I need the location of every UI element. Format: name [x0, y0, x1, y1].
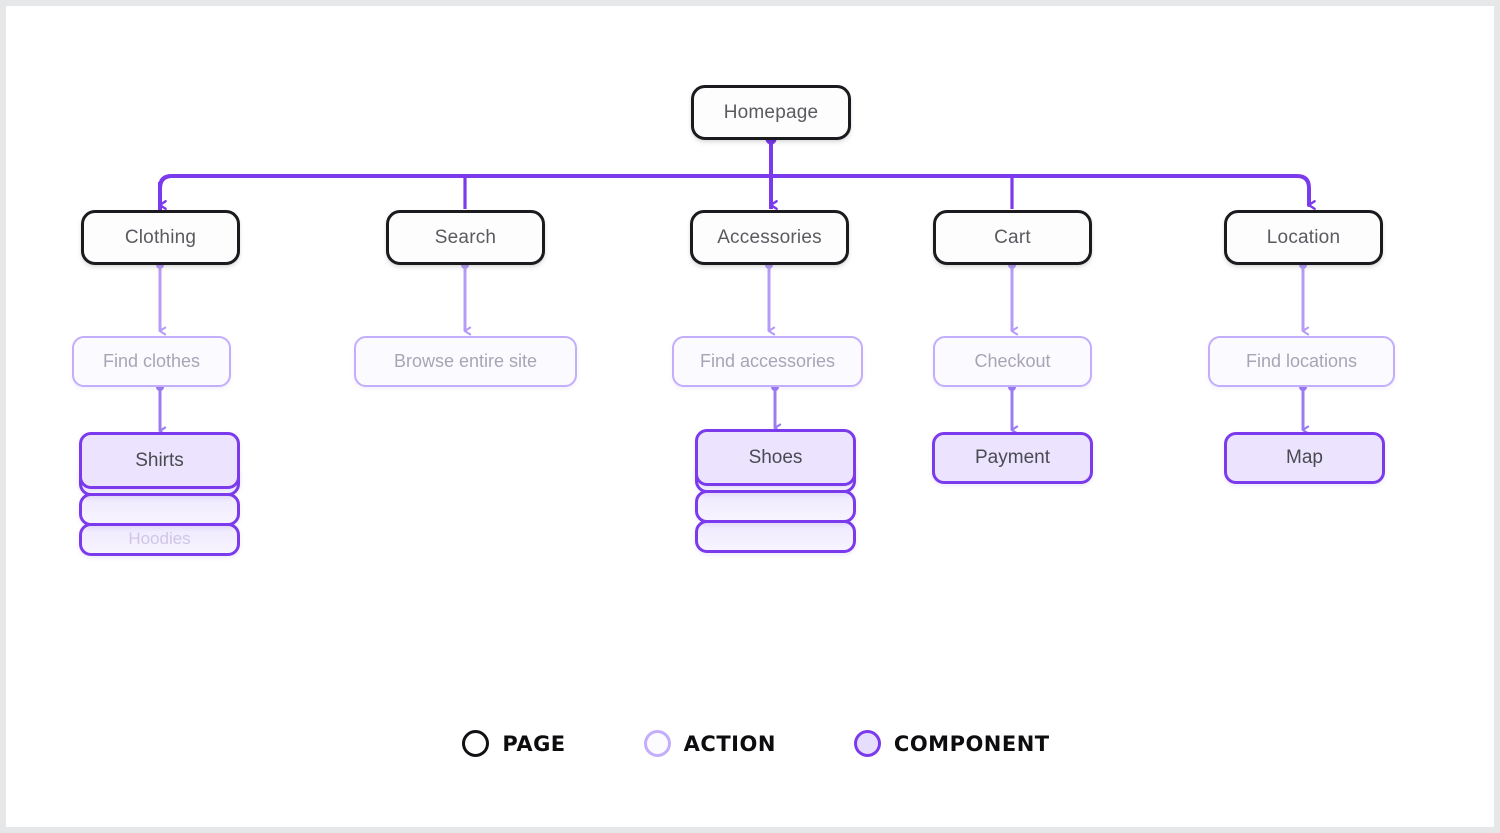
- node-homepage[interactable]: Homepage: [691, 85, 851, 140]
- node-clothing[interactable]: Clothing: [81, 210, 240, 265]
- node-find-accessories[interactable]: Find accessories: [672, 336, 863, 387]
- node-label: Payment: [975, 447, 1050, 468]
- edge-accessories-findaccessories: [765, 261, 776, 336]
- edge-checkout-payment: [1008, 383, 1019, 435]
- edge-cart-checkout: [1008, 261, 1019, 336]
- node-find-clothes[interactable]: Find clothes: [72, 336, 231, 387]
- node-payment[interactable]: Payment: [932, 432, 1093, 484]
- stack-hidden-label: Hoodies: [128, 529, 191, 548]
- edge-findclothes-shirts: [156, 383, 167, 436]
- legend-label: ACTION: [683, 731, 776, 756]
- node-label: Shoes: [748, 446, 803, 468]
- node-label: Shirts: [135, 449, 184, 471]
- component-circle-icon: [853, 730, 881, 757]
- node-label: Accessories: [717, 226, 822, 248]
- node-shirts-stack[interactable]: Hoodies Shirts: [79, 432, 240, 566]
- node-checkout[interactable]: Checkout: [933, 336, 1092, 387]
- legend-item-action: ACTION: [643, 730, 776, 757]
- legend-label: COMPONENT: [893, 731, 1050, 756]
- stack-layer-3: [695, 490, 856, 523]
- edge-findlocations-map: [1299, 383, 1310, 435]
- action-circle-icon: [643, 730, 671, 757]
- node-label: Find clothes: [102, 351, 201, 371]
- node-label: Find locations: [1245, 351, 1358, 371]
- stack-layer-4: [695, 520, 856, 553]
- stack-layer-3: [79, 493, 240, 526]
- edge-clothing-findclothes: [156, 261, 167, 336]
- legend: PAGE ACTION COMPONENT: [6, 730, 1494, 757]
- node-label: Cart: [994, 226, 1031, 248]
- node-label: Location: [1266, 226, 1341, 248]
- page-circle-icon: [462, 730, 490, 757]
- edge-homepage-bus: [765, 133, 778, 210]
- stack-layer-1[interactable]: Shirts: [79, 432, 240, 489]
- node-search[interactable]: Search: [386, 210, 545, 265]
- node-cart[interactable]: Cart: [933, 210, 1092, 265]
- edge-findaccessories-shoes: [771, 383, 782, 433]
- node-find-locations[interactable]: Find locations: [1208, 336, 1395, 387]
- edge-bus-horizontal: [158, 174, 1316, 211]
- node-browse-entire-site[interactable]: Browse entire site: [354, 336, 577, 387]
- node-map[interactable]: Map: [1224, 432, 1385, 484]
- node-label: Search: [434, 226, 497, 248]
- node-accessories[interactable]: Accessories: [690, 210, 849, 265]
- node-shoes-stack[interactable]: Shoes: [695, 429, 856, 563]
- node-location[interactable]: Location: [1224, 210, 1383, 265]
- node-label: Browse entire site: [393, 351, 538, 371]
- edge-location-findlocations: [1299, 261, 1310, 336]
- stack-layer-1[interactable]: Shoes: [695, 429, 856, 486]
- node-label: Clothing: [124, 226, 197, 248]
- node-label: Checkout: [974, 351, 1051, 371]
- node-label: Map: [1286, 447, 1323, 468]
- legend-item-component: COMPONENT: [853, 730, 1050, 757]
- node-label: Find accessories: [699, 351, 836, 371]
- sitemap-canvas: Homepage Clothing Search Accessories Car…: [0, 0, 1500, 833]
- edge-search-browse: [461, 261, 472, 336]
- node-label: Homepage: [723, 101, 819, 123]
- legend-label: PAGE: [502, 731, 566, 756]
- legend-item-page: PAGE: [462, 730, 565, 757]
